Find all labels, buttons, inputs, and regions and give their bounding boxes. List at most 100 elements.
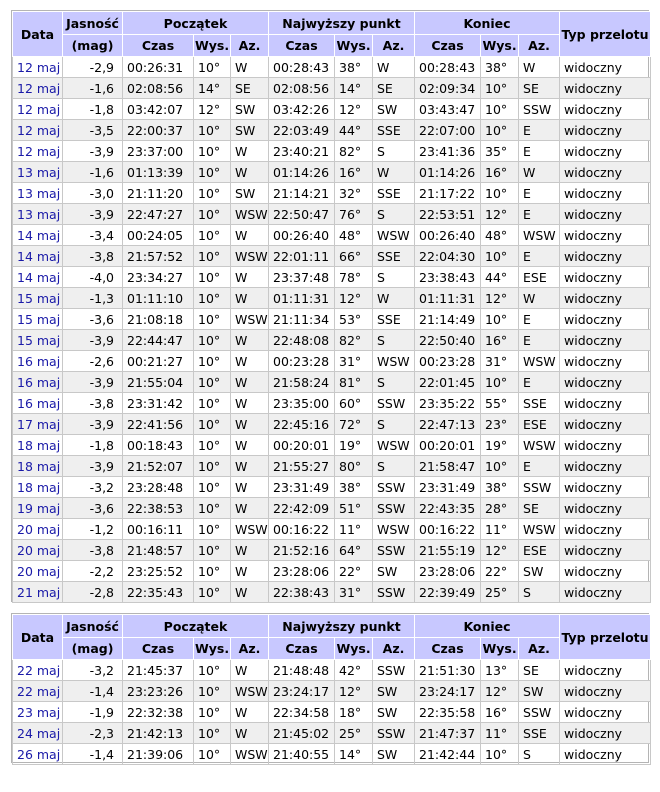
date-link[interactable]: 20 maj — [17, 522, 60, 537]
start-time-cell: 00:18:43 — [122, 434, 194, 456]
date-link[interactable]: 16 maj — [17, 375, 60, 390]
end-altitude-cell: 38° — [480, 56, 520, 78]
start-azimuth-cell: W — [230, 161, 269, 183]
date-link[interactable]: 12 maj — [17, 123, 60, 138]
date-link[interactable]: 13 maj — [17, 165, 60, 180]
start-altitude-cell: 10° — [193, 539, 231, 561]
peak-time-cell: 22:42:09 — [268, 497, 335, 519]
start-time-cell: 23:37:00 — [122, 140, 194, 162]
date-cell: 12 maj — [12, 77, 63, 99]
peak-altitude-cell: 42° — [334, 659, 373, 681]
table-row: 22 maj -1,4 23:23:26 10° WSW 23:24:17 12° SW 23:… — [12, 680, 652, 702]
start-azimuth-cell: SE — [230, 77, 269, 99]
peak-azimuth-cell: SSW — [371, 539, 416, 561]
date-cell: 16 maj — [12, 350, 63, 372]
header-peak-time: Czas — [268, 34, 335, 57]
end-time-cell: 21:14:49 — [414, 308, 482, 330]
end-time-cell: 23:31:49 — [414, 476, 482, 498]
start-time-cell: 21:52:07 — [122, 455, 194, 477]
peak-altitude-cell: 31° — [334, 350, 373, 372]
end-altitude-cell: 10° — [480, 98, 520, 120]
end-azimuth-cell: WSW — [518, 350, 561, 372]
table-row: 13 maj -3,0 21:11:20 10° SW 21:14:21 32° SSE 21:… — [12, 182, 652, 204]
peak-altitude-cell: 38° — [334, 56, 373, 78]
date-link[interactable]: 24 maj — [17, 726, 60, 741]
date-link[interactable]: 23 maj — [17, 705, 60, 720]
date-link[interactable]: 20 maj — [17, 564, 60, 579]
date-link[interactable]: 14 maj — [17, 270, 60, 285]
end-altitude-cell: 10° — [480, 371, 520, 393]
header-peak: Najwyższy punkt — [267, 614, 416, 638]
date-link[interactable]: 12 maj — [17, 81, 60, 96]
table-row: 18 maj -3,2 23:28:48 10° W 23:31:49 38° SSW 23:3… — [12, 476, 652, 498]
header-start-altitude: Wys. — [193, 34, 231, 57]
date-link[interactable]: 13 maj — [17, 186, 60, 201]
date-link[interactable]: 15 maj — [17, 333, 60, 348]
end-time-cell: 22:53:51 — [414, 203, 482, 225]
end-altitude-cell: 10° — [480, 119, 520, 141]
date-cell: 12 maj — [12, 56, 63, 78]
date-link[interactable]: 16 maj — [17, 396, 60, 411]
date-link[interactable]: 15 maj — [17, 312, 60, 327]
date-link[interactable]: 22 maj — [17, 684, 60, 699]
header-start-azimuth: Az. — [230, 637, 269, 660]
date-cell: 16 maj — [12, 371, 63, 393]
table-row: 22 maj -3,2 21:45:37 10° W 21:48:48 42° SSW 21:5… — [12, 659, 652, 681]
date-link[interactable]: 18 maj — [17, 438, 60, 453]
date-cell: 13 maj — [12, 182, 63, 204]
date-link[interactable]: 12 maj — [17, 144, 60, 159]
date-link[interactable]: 21 maj — [17, 585, 60, 600]
end-time-cell: 22:50:40 — [414, 329, 482, 351]
table-row: 18 maj -3,9 21:52:07 10° W 21:55:27 80° S 21:58:… — [12, 455, 652, 477]
start-azimuth-cell: W — [230, 455, 269, 477]
date-link[interactable]: 18 maj — [17, 480, 60, 495]
date-link[interactable]: 17 maj — [17, 417, 60, 432]
date-link[interactable]: 14 maj — [17, 228, 60, 243]
start-time-cell: 02:08:56 — [122, 77, 194, 99]
peak-azimuth-cell: S — [371, 266, 416, 288]
date-link[interactable]: 13 maj — [17, 207, 60, 222]
end-azimuth-cell: E — [518, 140, 561, 162]
pass-type-cell: widoczny — [559, 203, 652, 225]
start-altitude-cell: 10° — [193, 518, 231, 540]
start-azimuth-cell: W — [230, 140, 269, 162]
table-row: 15 maj -3,9 22:44:47 10° W 22:48:08 82° S 22:50:… — [12, 329, 652, 351]
date-link[interactable]: 12 maj — [17, 102, 60, 117]
end-altitude-cell: 13° — [480, 659, 520, 681]
magnitude-cell: -3,6 — [62, 497, 123, 519]
peak-altitude-cell: 60° — [334, 392, 373, 414]
date-link[interactable]: 22 maj — [17, 663, 60, 678]
peak-azimuth-cell: SW — [371, 680, 416, 702]
magnitude-cell: -2,8 — [62, 581, 123, 603]
date-link[interactable]: 14 maj — [17, 249, 60, 264]
start-altitude-cell: 10° — [193, 56, 231, 78]
pass-type-cell: widoczny — [559, 119, 652, 141]
end-time-cell: 22:07:00 — [414, 119, 482, 141]
date-link[interactable]: 18 maj — [17, 459, 60, 474]
peak-altitude-cell: 48° — [334, 224, 373, 246]
date-link[interactable]: 26 maj — [17, 747, 60, 762]
end-azimuth-cell: SSW — [518, 476, 561, 498]
end-altitude-cell: 12° — [480, 680, 520, 702]
date-link[interactable]: 19 maj — [17, 501, 60, 516]
peak-altitude-cell: 72° — [334, 413, 373, 435]
end-time-cell: 00:28:43 — [414, 56, 482, 78]
peak-time-cell: 22:50:47 — [268, 203, 335, 225]
peak-altitude-cell: 14° — [334, 77, 373, 99]
start-time-cell: 03:42:07 — [122, 98, 194, 120]
magnitude-cell: -3,2 — [62, 476, 123, 498]
date-link[interactable]: 20 maj — [17, 543, 60, 558]
header-end-azimuth: Az. — [518, 34, 561, 57]
date-cell: 14 maj — [12, 266, 63, 288]
peak-time-cell: 21:48:48 — [268, 659, 335, 681]
peak-azimuth-cell: WSW — [371, 224, 416, 246]
start-time-cell: 22:00:37 — [122, 119, 194, 141]
start-time-cell: 01:11:10 — [122, 287, 194, 309]
date-link[interactable]: 15 maj — [17, 291, 60, 306]
table-row: 19 maj -3,6 22:38:53 10° W 22:42:09 51° SSW 22:4… — [12, 497, 652, 519]
end-altitude-cell: 16° — [480, 329, 520, 351]
date-link[interactable]: 12 maj — [17, 60, 60, 75]
date-link[interactable]: 16 maj — [17, 354, 60, 369]
magnitude-cell: -1,4 — [62, 743, 123, 765]
peak-time-cell: 23:28:06 — [268, 560, 335, 582]
